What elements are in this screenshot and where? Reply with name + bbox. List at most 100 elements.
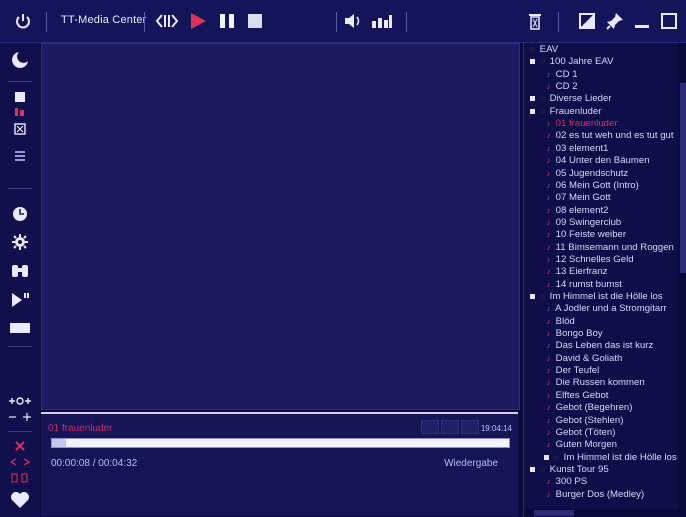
playlist-item-label: Blöd — [553, 315, 575, 327]
screen-icon[interactable] — [8, 317, 32, 339]
playlist-folder[interactable]: ◌ Im Himmel ist die Hölle los — [530, 291, 663, 303]
gear-icon[interactable] — [8, 231, 32, 253]
trash-icon[interactable] — [524, 8, 546, 34]
playlist-item[interactable]: ♪ Gebot (Begehren) — [544, 402, 633, 414]
playback-status: Wiedergabe — [444, 458, 498, 469]
mini-button-3[interactable] — [461, 420, 479, 434]
playlist-item-label: 08 element2 — [553, 204, 609, 216]
playlist-item[interactable]: ♪ 02 es tut weh und es tut gut — [544, 130, 674, 142]
playlist-item[interactable]: ♪ Blöd — [544, 316, 575, 328]
folder-icon: ◌ — [530, 45, 535, 54]
playlist-item[interactable]: ♪ Gebot (Töten) — [544, 426, 616, 439]
list-icon[interactable] — [8, 89, 32, 105]
music-note-icon: ♪ — [546, 403, 551, 413]
stop-icon[interactable] — [244, 8, 266, 34]
playlist-item[interactable]: ♪ CD 2 — [544, 81, 578, 93]
volume-icon[interactable] — [342, 8, 366, 34]
playlist-scrollbar[interactable] — [679, 43, 686, 517]
playlist-item[interactable]: ♪ 07 Mein Gott — [544, 192, 611, 204]
skip-icon[interactable] — [152, 8, 182, 34]
restore-icon[interactable] — [576, 8, 598, 34]
playlist-item[interactable]: ♪ Der Teufel — [544, 365, 600, 377]
playlist-item-label: 01 frauenluder — [553, 118, 618, 130]
playlist-item[interactable]: ♪ 05 Jugendschutz — [544, 168, 629, 180]
pause-icon[interactable] — [216, 8, 238, 34]
music-note-icon: ♪ — [546, 119, 551, 129]
playlist-item-label: Guten Morgen — [553, 439, 617, 451]
clock-icon[interactable] — [8, 203, 32, 225]
playlist-item[interactable]: ♪ Das Leben das ist kurz — [544, 340, 654, 352]
playlist-item-label: Gebot (Töten) — [553, 426, 616, 438]
expand-toggle[interactable] — [530, 59, 535, 65]
playlist-item-label: Diverse Lieder — [547, 93, 612, 105]
playlist-item[interactable]: ♪ A Jodler und a Stromgitarr — [544, 303, 667, 315]
expand-toggle[interactable] — [544, 454, 549, 460]
play-next-icon[interactable] — [8, 289, 32, 311]
equalizer-icon[interactable] — [370, 8, 394, 34]
playlist-item[interactable]: ♪ 11 Bimsemann und Roggen — [544, 242, 674, 254]
playlist-folder[interactable]: ◌ Kunst Tour 95 — [530, 464, 609, 476]
expand-toggle[interactable] — [530, 293, 535, 299]
mini-button-2[interactable] — [441, 420, 459, 434]
grid-icon[interactable] — [8, 147, 32, 165]
power-icon[interactable] — [10, 8, 36, 34]
playlist-item[interactable]: ♪ Elftes Gebot — [544, 390, 609, 402]
title-bar: TT-Media Center — [0, 0, 686, 43]
playlist-folder[interactable]: ◌ Im Himmel ist die Hölle los — [544, 452, 677, 464]
playlist-item[interactable]: ♪ Guten Morgen — [544, 439, 618, 451]
playlist-item-label: 10 Feiste weiber — [553, 229, 627, 241]
minimize-icon[interactable] — [632, 8, 652, 34]
playlist-item-label: CD 2 — [553, 81, 578, 93]
playlist-item[interactable]: ♪ 10 Feiste weiber — [544, 229, 627, 241]
binoculars-icon[interactable] — [8, 259, 32, 281]
playlist-item[interactable]: ♪ 13 Eierfranz — [544, 266, 608, 278]
expand-toggle[interactable] — [530, 466, 535, 472]
playlist-item[interactable]: ♪ 01 frauenluder — [544, 118, 618, 130]
moon-icon[interactable] — [8, 49, 32, 71]
playlist-item-label: EAV — [537, 44, 559, 55]
playlist-folder[interactable]: ◌ Diverse Lieder — [530, 93, 612, 105]
playlist-item[interactable]: ♪ 08 element2 — [544, 204, 609, 217]
abc-icon[interactable] — [8, 105, 32, 119]
playlist-item[interactable]: ♪ David & Goliath — [544, 353, 623, 365]
repeat-icon[interactable] — [8, 455, 32, 469]
checkbox-icon[interactable] — [8, 121, 32, 137]
horizontal-scrollbar[interactable] — [524, 509, 679, 517]
playlist-item[interactable]: ♪ 14 rumst bumst — [544, 279, 622, 291]
progress-bar[interactable] — [51, 438, 510, 448]
shuffle-icon[interactable] — [8, 439, 32, 453]
music-note-icon: ♪ — [546, 353, 551, 363]
zoom-icon[interactable] — [8, 409, 32, 425]
pin-icon[interactable] — [604, 8, 626, 34]
video-display[interactable] — [41, 43, 520, 410]
playlist-item[interactable]: ♪ 06 Mein Gott (Intro) — [544, 180, 639, 192]
play-icon[interactable] — [186, 8, 210, 34]
playlist-item[interactable]: ♪ 09 Swingerclub — [544, 217, 622, 229]
playlist-item[interactable]: ♪ 04 Unter den Bäumen — [544, 155, 650, 167]
mini-button-1[interactable] — [421, 420, 439, 434]
playlist-folder[interactable]: ◌ EAV — [528, 44, 558, 56]
playlist-folder[interactable]: ◌ 100 Jahre EAV — [530, 56, 614, 68]
expand-toggle[interactable] — [530, 96, 535, 102]
folder-icon: ◌ — [540, 106, 545, 116]
playlist-item[interactable]: ♪ 03 element1 — [544, 143, 609, 155]
playlist-item[interactable]: ♪ Die Russen kommen — [544, 377, 645, 389]
playlist-item[interactable]: ♪ 300 PS — [544, 476, 588, 488]
heart-icon[interactable] — [8, 489, 32, 511]
playlist-folder[interactable]: ◌ Frauenluder — [530, 106, 601, 118]
playlist-item[interactable]: ♪ 12 Schnelles Geld — [544, 254, 634, 266]
playlist-item[interactable]: ♪ Bongo Boy — [544, 328, 603, 340]
resize-icon[interactable] — [8, 471, 32, 485]
playlist-item-label: 02 es tut weh und es tut gut — [553, 130, 674, 142]
horizontal-scrollbar-thumb[interactable] — [534, 510, 574, 516]
music-note-icon: ♪ — [546, 193, 551, 203]
playlist-item[interactable]: ♪ CD 1 — [544, 69, 578, 81]
playlist-item-label: Frauenluder — [547, 105, 602, 117]
speed-icon[interactable] — [8, 393, 32, 409]
expand-toggle[interactable] — [530, 108, 535, 114]
maximize-icon[interactable] — [658, 8, 680, 34]
playlist-item[interactable]: ♪ Burger Dos (Medley) — [544, 489, 645, 501]
playlist-item[interactable]: ♪ Gebot (Stehlen) — [544, 415, 624, 427]
scrollbar-thumb[interactable] — [680, 83, 686, 273]
playlist-item-label: 14 rumst bumst — [553, 278, 622, 290]
